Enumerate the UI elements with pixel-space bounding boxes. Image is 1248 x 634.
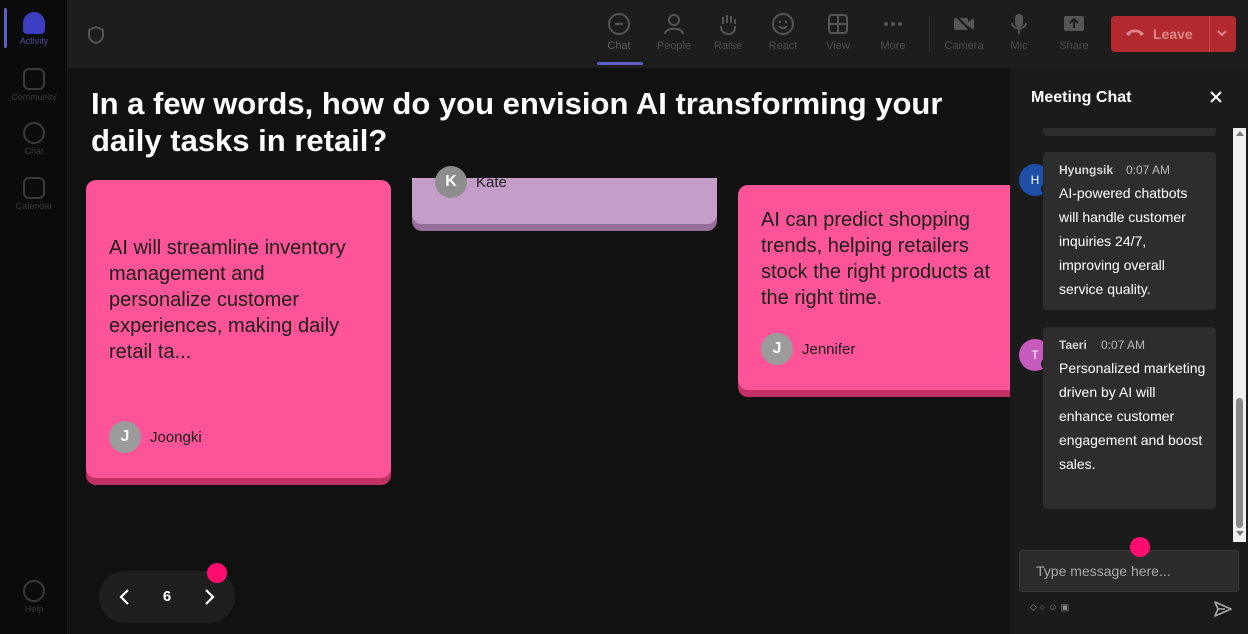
toolbar-label: React bbox=[768, 40, 798, 52]
chevron-left-icon[interactable] bbox=[117, 587, 133, 607]
chat-message bbox=[1043, 128, 1216, 136]
phone-hangup-icon bbox=[1126, 29, 1144, 36]
note-author: Joongki bbox=[150, 429, 202, 446]
note-author: Jennifer bbox=[802, 341, 856, 358]
toolbar-people-button[interactable]: People bbox=[649, 12, 699, 52]
toolbar-label: Mic bbox=[1010, 40, 1028, 52]
meeting-chat-panel: Meeting Chat H Hyungsik 0:07 AM AI-power… bbox=[1010, 68, 1248, 634]
sticky-note[interactable]: AI will streamline inventory management … bbox=[86, 180, 391, 478]
toolbar-label: Chat bbox=[607, 40, 631, 52]
chat-message: Taeri 0:07 AM Personalized marketing dri… bbox=[1043, 327, 1216, 509]
sticky-note[interactable]: K Kate bbox=[412, 166, 717, 224]
format-icon[interactable]: ◇ bbox=[1030, 602, 1040, 612]
scroll-up-arrow[interactable] bbox=[1236, 131, 1244, 136]
pointer-dot bbox=[1130, 537, 1150, 557]
chat-icon bbox=[608, 13, 630, 35]
rail-item-community[interactable]: Community bbox=[0, 68, 68, 102]
smile-icon bbox=[772, 13, 794, 35]
board-stage: In a few words, how do you envision AI t… bbox=[68, 68, 1010, 634]
scroll-down-arrow[interactable] bbox=[1236, 531, 1244, 536]
toolbar-view-button[interactable]: View bbox=[813, 12, 863, 52]
app-rail: Activity Community Chat Calendar Help bbox=[0, 0, 68, 634]
pointer-dot bbox=[207, 563, 227, 583]
leave-separator bbox=[1209, 16, 1210, 52]
mic-icon bbox=[1011, 14, 1027, 34]
message-author: Taeri bbox=[1059, 338, 1087, 352]
grid-icon bbox=[828, 14, 848, 34]
toolbar-label: Raise bbox=[713, 40, 743, 52]
rail-item-label: Chat bbox=[24, 146, 44, 156]
people-icon bbox=[664, 14, 684, 35]
chat-icon bbox=[23, 122, 45, 144]
rail-item-label: Activity bbox=[19, 36, 49, 46]
chevron-right-icon[interactable] bbox=[201, 587, 217, 607]
rail-item-help[interactable]: Help bbox=[0, 580, 68, 614]
message-time: 0:07 AM bbox=[1126, 163, 1171, 177]
rail-item-label: Help bbox=[24, 604, 44, 614]
rail-item-calendar[interactable]: Calendar bbox=[0, 177, 68, 211]
calendar-icon bbox=[23, 177, 45, 199]
board-question: In a few words, how do you envision AI t… bbox=[91, 86, 943, 158]
avatar: J bbox=[761, 333, 793, 365]
bell-icon bbox=[23, 12, 45, 34]
toolbar-label: People bbox=[656, 40, 692, 52]
camera-off-icon bbox=[954, 14, 974, 34]
chat-message-input[interactable] bbox=[1019, 550, 1239, 592]
shield-icon[interactable] bbox=[88, 26, 104, 44]
note-author: Kate bbox=[476, 174, 507, 191]
toolbar-active-indicator bbox=[597, 62, 643, 65]
toolbar-camera-button[interactable]: Camera bbox=[939, 12, 989, 52]
toolbar-label: View bbox=[826, 40, 850, 52]
chevron-down-icon[interactable] bbox=[1216, 27, 1228, 39]
gif-icon[interactable]: ▣ bbox=[1061, 602, 1073, 612]
message-author: Hyungsik bbox=[1059, 163, 1114, 177]
leave-label: Leave bbox=[1153, 26, 1193, 42]
toolbar-label: Camera bbox=[944, 40, 984, 52]
send-icon[interactable] bbox=[1213, 600, 1233, 618]
emoji-icon[interactable]: ☺ bbox=[1048, 602, 1060, 612]
scrollbar-thumb[interactable] bbox=[1236, 398, 1243, 528]
toolbar-divider bbox=[929, 16, 930, 52]
rail-item-activity[interactable]: Activity bbox=[0, 12, 68, 46]
page-number: 6 bbox=[162, 588, 172, 605]
note-text: AI will streamline inventory management … bbox=[109, 237, 346, 363]
avatar: K bbox=[435, 166, 467, 198]
chat-message-list[interactable]: H Hyungsik 0:07 AM AI-powered chatbots w… bbox=[1010, 128, 1248, 542]
chat-message: Hyungsik 0:07 AM AI-powered chatbots wil… bbox=[1043, 152, 1216, 310]
raise-hand-icon bbox=[720, 15, 736, 36]
note-text: AI can predict shopping trends, helping … bbox=[761, 209, 991, 309]
toolbar-react-button[interactable]: React bbox=[758, 12, 808, 52]
message-body: Personalized marketing driven by AI will… bbox=[1059, 360, 1206, 472]
more-icon bbox=[884, 22, 902, 26]
toolbar-label: More bbox=[880, 40, 906, 52]
toolbar-share-button[interactable]: Share bbox=[1049, 12, 1099, 52]
avatar: J bbox=[109, 421, 141, 453]
share-icon bbox=[1064, 16, 1084, 31]
message-time: 0:07 AM bbox=[1101, 338, 1146, 352]
message-body: AI-powered chatbots will handle customer… bbox=[1059, 185, 1188, 297]
toolbar-chat-button[interactable]: Chat bbox=[594, 12, 644, 52]
formatting-toolbar[interactable]: ◇○☺▣ bbox=[1030, 602, 1072, 613]
rail-item-label: Calendar bbox=[15, 201, 53, 211]
leave-button[interactable]: Leave bbox=[1111, 16, 1236, 52]
toolbar-raise-button[interactable]: Raise bbox=[703, 12, 753, 52]
toolbar-more-button[interactable]: More bbox=[868, 12, 918, 52]
meeting-toolbar: Chat People Raise React View More Camera… bbox=[68, 0, 1248, 68]
chat-scrollbar[interactable] bbox=[1233, 128, 1246, 542]
sticky-note[interactable]: AI can predict shopping trends, helping … bbox=[738, 185, 1010, 390]
toolbar-mic-button[interactable]: Mic bbox=[994, 12, 1044, 52]
rail-item-chat[interactable]: Chat bbox=[0, 122, 68, 156]
toolbar-label: Share bbox=[1059, 40, 1089, 52]
community-icon bbox=[23, 68, 45, 90]
close-icon[interactable] bbox=[1209, 90, 1223, 104]
chat-title: Meeting Chat bbox=[1031, 89, 1132, 106]
rail-item-label: Community bbox=[11, 92, 57, 102]
help-icon bbox=[23, 580, 45, 602]
